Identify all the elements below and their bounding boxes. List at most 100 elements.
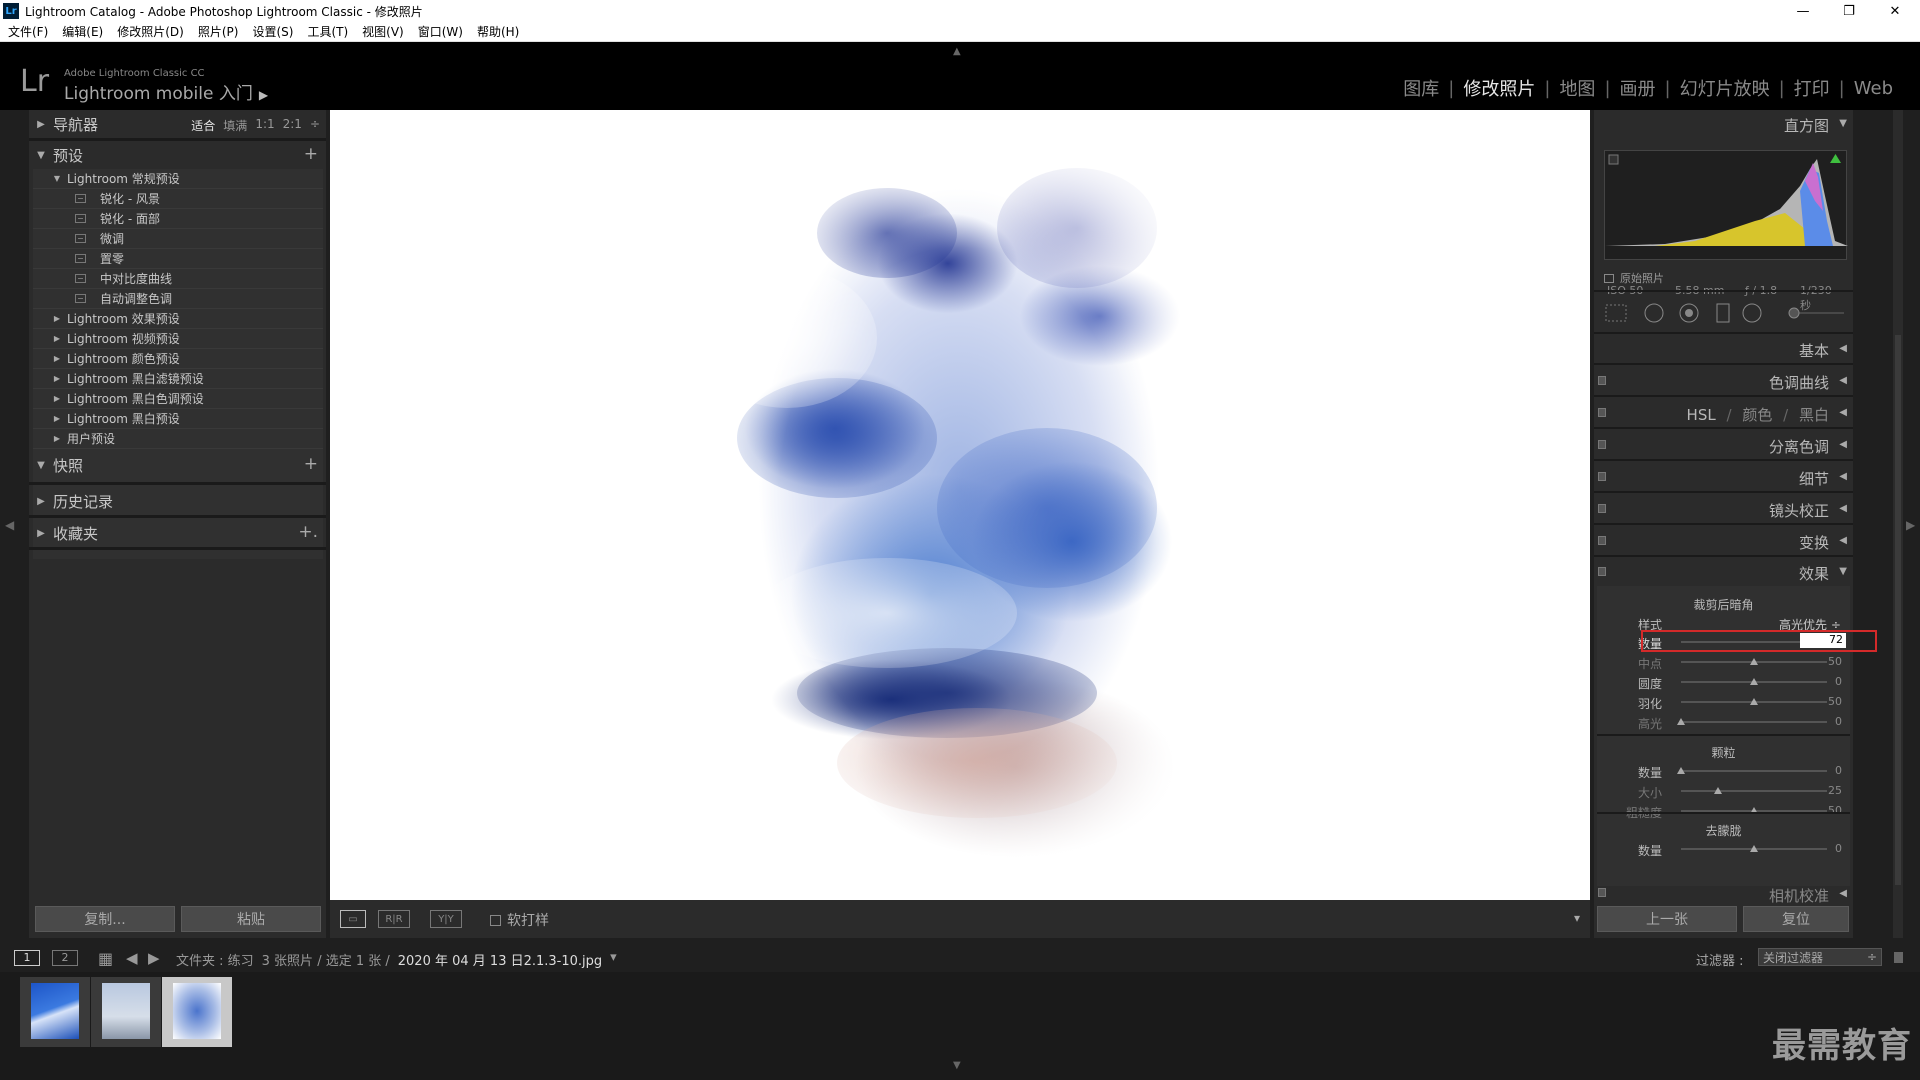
panel-switch-icon[interactable]	[1598, 472, 1606, 481]
before-after-tb-button[interactable]: Y|Y	[430, 910, 462, 928]
filename-dropdown-icon[interactable]: ▾	[610, 950, 617, 969]
tone-curve-header[interactable]: 色调曲线 ◀	[1594, 367, 1853, 395]
slider-row[interactable]: 粗糙度50	[1597, 804, 1850, 820]
soft-proof-toggle[interactable]: 软打样	[490, 910, 549, 930]
filter-select[interactable]: 关闭过滤器 ÷	[1758, 948, 1882, 966]
paste-button[interactable]: 粘贴	[181, 906, 321, 932]
slider-knob[interactable]	[1713, 787, 1722, 794]
slider-knob[interactable]	[1677, 718, 1685, 725]
panel-switch-icon[interactable]	[1598, 567, 1606, 576]
slider-row[interactable]: 数量 0	[1597, 842, 1850, 858]
original-photo-toggle[interactable]: 原始照片	[1604, 270, 1664, 286]
effects-header[interactable]: 效果 ▼	[1594, 558, 1853, 586]
add-collection-icon[interactable]: +.	[298, 522, 318, 542]
preset-group[interactable]: ▶ Lightroom 黑白滤镜预设	[33, 369, 323, 389]
soft-proof-checkbox[interactable]	[490, 914, 501, 926]
module-print[interactable]: 打印	[1785, 75, 1839, 101]
source-label[interactable]: 文件夹 : 练习	[176, 950, 254, 969]
slider-row[interactable]: 数量 0	[1597, 764, 1850, 780]
slider-row[interactable]: 羽化 50	[1597, 695, 1850, 711]
reset-button[interactable]: 复位	[1743, 906, 1849, 932]
preset-group[interactable]: ▶ Lightroom 黑白预设	[33, 409, 323, 429]
slider-knob[interactable]	[1750, 678, 1758, 685]
copy-button[interactable]: 复制...	[35, 906, 175, 932]
preset-item[interactable]: 锐化 - 风景	[33, 189, 323, 209]
panel-switch-icon[interactable]	[1598, 408, 1606, 417]
preset-item[interactable]: 微调	[33, 229, 323, 249]
zoom-fill[interactable]: 填满	[223, 117, 247, 134]
right-panel-scrollbar[interactable]	[1893, 110, 1903, 938]
panel-switch-icon[interactable]	[1598, 536, 1606, 545]
module-book[interactable]: 画册	[1611, 75, 1665, 101]
zoom-more[interactable]: ÷	[310, 117, 320, 134]
lens-correction-header[interactable]: 镜头校正 ◀	[1594, 495, 1853, 523]
filter-lock-icon[interactable]	[1894, 952, 1903, 963]
zoom-fit[interactable]: 适合	[191, 117, 215, 134]
preset-item[interactable]: 置零	[33, 249, 323, 269]
menu-file[interactable]: 文件(F)	[8, 23, 48, 40]
module-library[interactable]: 图库	[1394, 75, 1448, 101]
slider-value[interactable]: 50	[1802, 695, 1842, 708]
histogram-header[interactable]: 直方图 ▼	[1594, 110, 1853, 138]
current-filename[interactable]: 2020 年 04 月 13 日2.1.3-10.jpg	[398, 950, 602, 969]
add-snapshot-icon[interactable]: +	[304, 454, 318, 474]
preset-group[interactable]: ▶ Lightroom 黑白色调预设	[33, 389, 323, 409]
collapse-bottom-icon[interactable]: ▼	[953, 1060, 961, 1071]
module-develop[interactable]: 修改照片	[1454, 75, 1544, 101]
loupe-view-icon[interactable]: ▭	[340, 910, 366, 928]
color-tab[interactable]: 颜色	[1742, 406, 1772, 424]
menu-develop[interactable]: 修改照片(D)	[117, 23, 184, 40]
basic-header[interactable]: 基本 ◀	[1594, 335, 1853, 363]
back-arrow-icon[interactable]: ◀	[126, 949, 138, 967]
zoom-2-1[interactable]: 2:1	[283, 117, 302, 134]
filmstrip-thumbnail[interactable]	[91, 977, 161, 1047]
preset-group[interactable]: ▶ 用户预设	[33, 429, 323, 449]
snapshots-header[interactable]: ▼ 快照 +	[29, 451, 326, 479]
right-panel-toggle-icon[interactable]: ▶	[1906, 518, 1915, 532]
forward-arrow-icon[interactable]: ▶	[148, 949, 160, 967]
preset-group[interactable]: ▶ Lightroom 效果预设	[33, 309, 323, 329]
slider-value[interactable]: 50	[1802, 804, 1842, 817]
maximize-button[interactable]: ❐	[1826, 0, 1872, 22]
original-photo-checkbox[interactable]	[1604, 273, 1614, 283]
history-header[interactable]: ▶ 历史记录	[29, 487, 326, 515]
toolbar-menu-icon[interactable]: ▾	[1574, 911, 1580, 925]
slider-knob[interactable]	[1677, 767, 1685, 774]
hsl-header[interactable]: HSL / 颜色 / 黑白 ◀	[1594, 399, 1853, 427]
slider-value[interactable]: 0	[1802, 715, 1842, 728]
menu-view[interactable]: 视图(V)	[362, 23, 404, 40]
bw-tab[interactable]: 黑白	[1799, 406, 1829, 424]
menu-settings[interactable]: 设置(S)	[252, 23, 293, 40]
menu-edit[interactable]: 编辑(E)	[62, 23, 103, 40]
preset-item[interactable]: 中对比度曲线	[33, 269, 323, 289]
preset-group[interactable]: ▶ Lightroom 颜色预设	[33, 349, 323, 369]
preset-item[interactable]: 自动调整色调	[33, 289, 323, 309]
hsl-tab[interactable]: HSL	[1687, 406, 1716, 424]
filmstrip-thumbnail[interactable]	[20, 977, 90, 1047]
panel-switch-icon[interactable]	[1598, 440, 1606, 449]
menu-window[interactable]: 窗口(W)	[418, 23, 463, 40]
detail-header[interactable]: 细节 ◀	[1594, 463, 1853, 491]
minimize-button[interactable]: —	[1780, 0, 1826, 22]
menu-tools[interactable]: 工具(T)	[307, 23, 348, 40]
slider-value[interactable]: 25	[1802, 784, 1842, 797]
left-panel-toggle-icon[interactable]: ◀	[5, 518, 14, 532]
preset-item[interactable]: 锐化 - 面部	[33, 209, 323, 229]
slider-knob[interactable]	[1750, 845, 1758, 852]
slider-row[interactable]: 大小 25	[1597, 784, 1850, 800]
scroll-thumb[interactable]	[1895, 335, 1901, 885]
module-slideshow[interactable]: 幻灯片放映	[1671, 75, 1779, 101]
slider-value[interactable]: 0	[1802, 675, 1842, 688]
brand-mobile-link[interactable]: Lightroom mobile 入门 ▶	[64, 79, 268, 104]
preset-group[interactable]: ▶ Lightroom 视频预设	[33, 329, 323, 349]
close-button[interactable]: ✕	[1872, 0, 1918, 22]
zoom-1-1[interactable]: 1:1	[255, 117, 274, 134]
panel-switch-icon[interactable]	[1598, 888, 1606, 897]
slider-row[interactable]: 高光 0	[1597, 715, 1850, 731]
slider-value[interactable]: 0	[1802, 764, 1842, 777]
filmstrip-thumbnail-selected[interactable]	[162, 977, 232, 1047]
histogram[interactable]: ISO 50 5.58 mm ƒ / 1.8 1/230 秒	[1604, 150, 1848, 312]
slider-knob[interactable]	[1750, 658, 1758, 665]
slider-value[interactable]: 0	[1802, 842, 1842, 855]
before-after-lr-button[interactable]: R|R	[378, 910, 410, 928]
